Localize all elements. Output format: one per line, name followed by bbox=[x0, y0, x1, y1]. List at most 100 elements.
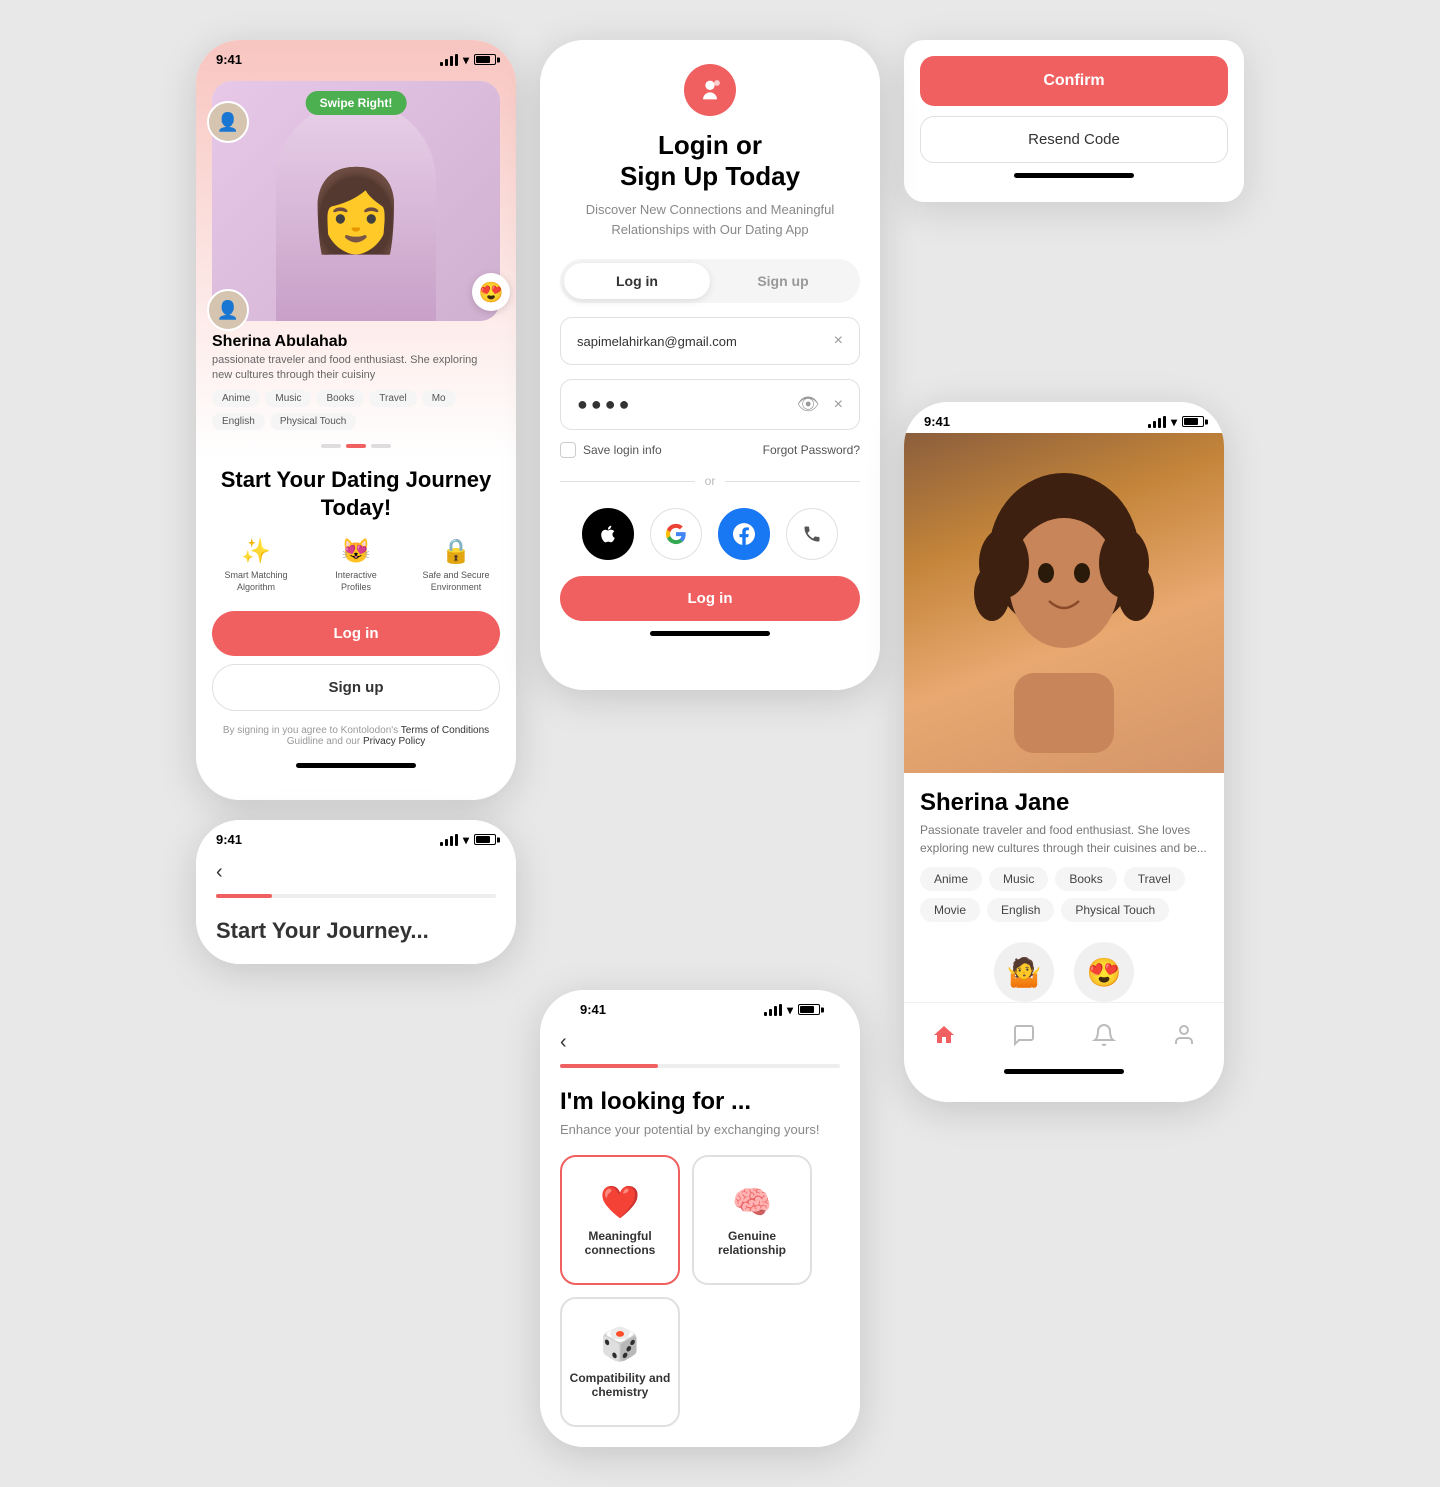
wifi-icon-5: ▾ bbox=[1171, 415, 1177, 429]
phone-onboarding: 9:41 ▾ Swipe Right! 👤 👤 👩 bbox=[196, 40, 516, 800]
tag-travel: Travel bbox=[369, 390, 416, 407]
apple-login-button[interactable] bbox=[582, 508, 634, 560]
tag-anime: Anime bbox=[212, 390, 260, 407]
privacy-link[interactable]: Privacy Policy bbox=[363, 736, 425, 747]
profile-lang-tags: English Physical Touch bbox=[212, 413, 500, 430]
option-genuine[interactable]: 🧠 Genuine relationship bbox=[692, 1155, 812, 1285]
mini-avatar-2: 👤 bbox=[207, 289, 249, 331]
signal-icon bbox=[440, 54, 458, 66]
battery-icon-partial bbox=[474, 834, 496, 845]
phone-partial: 9:41 ▾ ‹ Start Your Journey... bbox=[196, 820, 516, 964]
looking-for-title: I'm looking for ... bbox=[560, 1088, 840, 1116]
login-title: Login or Sign Up Today bbox=[620, 130, 800, 192]
time-partial: 9:41 bbox=[216, 832, 242, 847]
status-icons-partial: ▾ bbox=[440, 833, 496, 847]
interest-tags: Anime Music Books Travel Movie English P… bbox=[920, 867, 1208, 922]
signup-button-1[interactable]: Sign up bbox=[212, 664, 500, 711]
auth-tabs[interactable]: Log in Sign up bbox=[560, 259, 860, 303]
profile-photo bbox=[904, 433, 1224, 773]
feature-matching: ✨ Smart Matching Algorithm bbox=[221, 537, 291, 593]
compatibility-label: Compatibility and chemistry bbox=[562, 1371, 678, 1399]
guide-text: Guidline and our bbox=[287, 736, 360, 747]
matching-icon: ✨ bbox=[241, 537, 271, 566]
login-button-1[interactable]: Log in bbox=[212, 611, 500, 656]
confirm-button[interactable]: Confirm bbox=[920, 56, 1228, 106]
back-button-partial[interactable]: ‹ bbox=[216, 851, 496, 894]
option-compatibility[interactable]: 🎲 Compatibility and chemistry bbox=[560, 1297, 680, 1427]
signal-icon-5 bbox=[1148, 416, 1166, 428]
tab-signup[interactable]: Sign up bbox=[710, 263, 856, 299]
option-meaningful[interactable]: ❤️ Meaningful connections bbox=[560, 1155, 680, 1285]
nav-home-icon[interactable] bbox=[924, 1015, 964, 1055]
nav-user-icon[interactable] bbox=[1164, 1015, 1204, 1055]
facebook-login-button[interactable] bbox=[718, 508, 770, 560]
battery-icon-5 bbox=[1182, 416, 1204, 427]
save-login-checkbox[interactable] bbox=[560, 442, 576, 458]
password-field[interactable]: ●●●● 👁 × bbox=[560, 379, 860, 430]
tag-music: Music bbox=[265, 390, 311, 407]
login-button-2[interactable]: Log in bbox=[560, 576, 860, 621]
password-dots: ●●●● bbox=[577, 394, 633, 415]
profile-bio-1: passionate traveler and food enthusiast.… bbox=[212, 353, 500, 384]
battery-icon-3 bbox=[798, 1004, 820, 1015]
dot-1 bbox=[321, 444, 341, 448]
progress-bar-partial bbox=[216, 894, 496, 898]
phone-login: Login or Sign Up Today Discover New Conn… bbox=[540, 40, 880, 690]
terms-text: By signing in you agree to Kontolodon's … bbox=[196, 719, 516, 753]
genuine-label: Genuine relationship bbox=[694, 1229, 810, 1257]
options-grid: ❤️ Meaningful connections 🧠 Genuine rela… bbox=[560, 1155, 840, 1427]
tab-login[interactable]: Log in bbox=[564, 263, 710, 299]
tag-movie-5: Movie bbox=[920, 898, 980, 922]
swipe-card[interactable]: Swipe Right! 👤 👤 👩 😍 bbox=[212, 81, 500, 321]
tag-anime-5: Anime bbox=[920, 867, 982, 891]
time-3: 9:41 bbox=[580, 1002, 606, 1017]
confirm-panel: Confirm Resend Code bbox=[904, 40, 1244, 202]
resend-button[interactable]: Resend Code bbox=[920, 116, 1228, 163]
login-options: Save login info Forgot Password? bbox=[560, 442, 860, 458]
google-login-button[interactable] bbox=[650, 508, 702, 560]
back-button-3[interactable]: ‹ bbox=[560, 1021, 840, 1064]
feature-interactive: 😻 Interactive Profiles bbox=[321, 537, 391, 593]
secure-label: Safe and Secure Environment bbox=[421, 570, 491, 593]
terms-link[interactable]: Terms of Conditions bbox=[401, 725, 489, 736]
card-dots bbox=[196, 444, 516, 448]
looking-for-subtitle: Enhance your potential by exchanging you… bbox=[560, 1122, 840, 1137]
home-indicator-1 bbox=[296, 763, 416, 768]
reaction-row: 🤷 😍 bbox=[904, 928, 1224, 1002]
nav-chat-icon[interactable] bbox=[1004, 1015, 1044, 1055]
status-bar-3: 9:41 ▾ bbox=[560, 990, 840, 1021]
emoji-react[interactable]: 😍 bbox=[472, 273, 510, 311]
time-1: 9:41 bbox=[216, 52, 242, 67]
matching-label: Smart Matching Algorithm bbox=[221, 570, 291, 593]
dot-2 bbox=[346, 444, 366, 448]
phone-looking-for: 9:41 ▾ ‹ I'm looking for ... Enhance you… bbox=[540, 990, 860, 1447]
signal-icon-partial bbox=[440, 834, 458, 846]
wifi-icon: ▾ bbox=[463, 53, 469, 67]
tag-physical-5: Physical Touch bbox=[1061, 898, 1169, 922]
tag-music-5: Music bbox=[989, 867, 1048, 891]
status-bar-partial: 9:41 ▾ bbox=[196, 820, 516, 851]
phone-login-button[interactable] bbox=[786, 508, 838, 560]
show-password-icon[interactable]: 👁 bbox=[797, 394, 820, 415]
reaction-heart-eyes[interactable]: 😍 bbox=[1074, 942, 1134, 1002]
features-row: ✨ Smart Matching Algorithm 😻 Interactive… bbox=[196, 527, 516, 603]
tag-english-5: English bbox=[987, 898, 1054, 922]
profile-avatar: 👩 bbox=[276, 101, 436, 321]
tag-books: Books bbox=[316, 390, 364, 407]
reaction-shrug[interactable]: 🤷 bbox=[994, 942, 1054, 1002]
status-bar-5: 9:41 ▾ bbox=[904, 402, 1224, 433]
forgot-password-link[interactable]: Forgot Password? bbox=[763, 443, 860, 457]
profile-detail: Sherina Jane Passionate traveler and foo… bbox=[904, 773, 1224, 928]
tag-mo: Mo bbox=[422, 390, 456, 407]
or-divider: or bbox=[560, 474, 860, 488]
status-bar-1: 9:41 ▾ bbox=[196, 40, 516, 71]
meaningful-label: Meaningful connections bbox=[562, 1229, 678, 1257]
email-field[interactable]: sapimelahirkan@gmail.com × bbox=[560, 317, 860, 365]
email-clear-icon[interactable]: × bbox=[834, 332, 843, 350]
mini-avatar-1: 👤 bbox=[207, 101, 249, 143]
status-icons-1: ▾ bbox=[440, 53, 496, 67]
password-clear-icon[interactable]: × bbox=[834, 396, 843, 414]
battery-icon bbox=[474, 54, 496, 65]
nav-bell-icon[interactable] bbox=[1084, 1015, 1124, 1055]
profile-image: 👩 bbox=[212, 81, 500, 321]
